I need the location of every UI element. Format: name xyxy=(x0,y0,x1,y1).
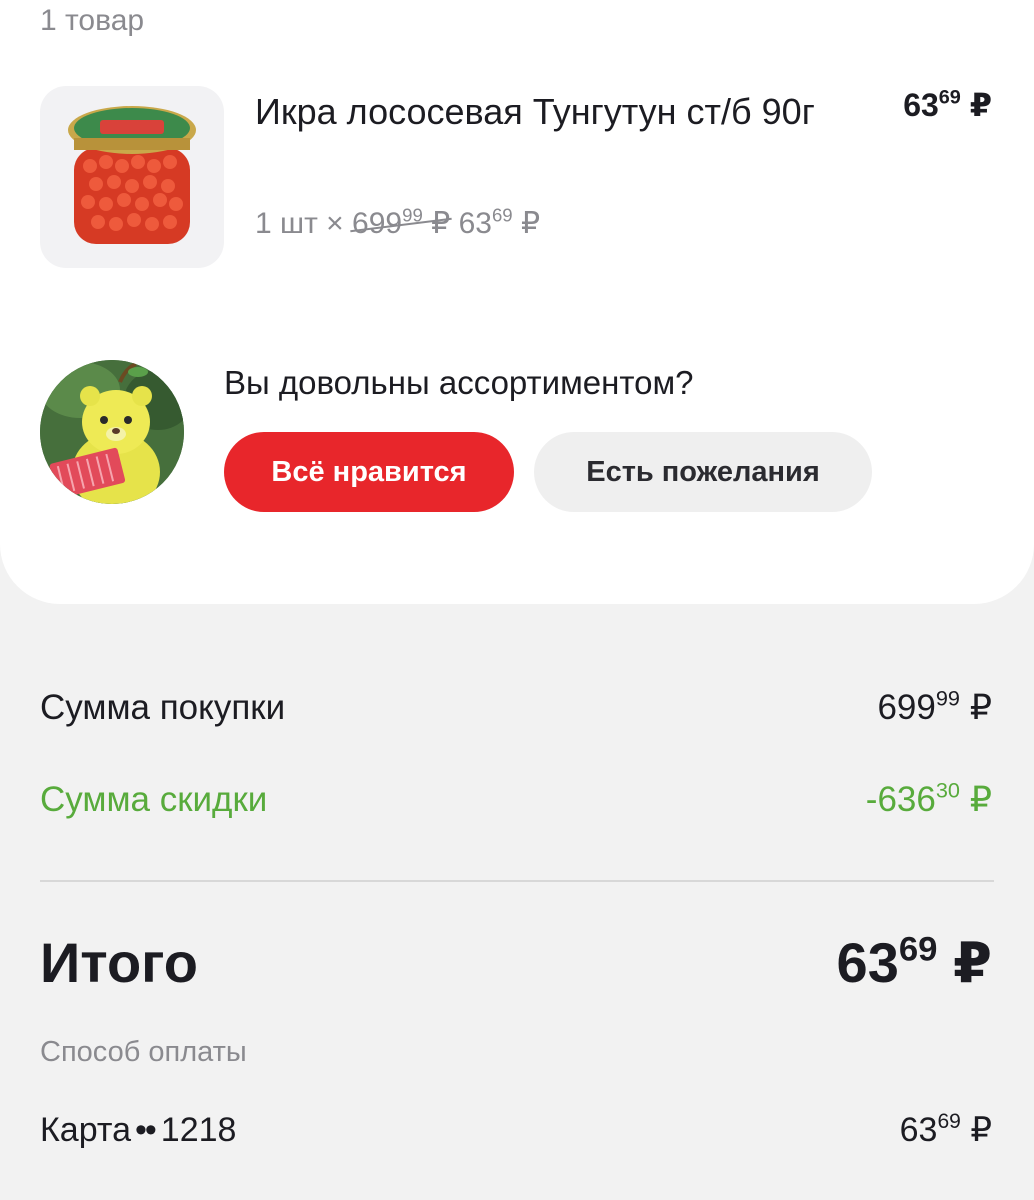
old-price-int: 699 xyxy=(352,207,403,240)
unit-price-int: 63 xyxy=(458,207,492,240)
pear-bear-mascot-image xyxy=(40,360,184,504)
unit-price-currency: ₽ xyxy=(520,207,541,240)
survey-question: Вы довольны ассортиментом? xyxy=(224,364,694,401)
product-image[interactable] xyxy=(40,86,224,268)
mascot-avatar xyxy=(40,360,184,504)
unit-price-frac: 69 xyxy=(491,204,513,226)
product-total-currency: ₽ xyxy=(969,87,992,123)
payment-method-label: Способ оплаты xyxy=(40,1036,247,1068)
card-last4: 1218 xyxy=(160,1111,237,1149)
old-price: 69999 ₽ xyxy=(350,206,452,240)
purchase-sum-int: 699 xyxy=(877,688,936,727)
total-value: 6369 ₽ xyxy=(837,930,992,996)
purchase-sum-frac: 99 xyxy=(935,685,960,711)
items-count: 1 товар xyxy=(40,4,145,37)
total-row: Итого 6369 ₽ xyxy=(40,930,992,996)
card-dots: •• xyxy=(134,1111,157,1149)
discount-sum-value: -63630 ₽ xyxy=(865,777,992,820)
product-qty: 1 шт xyxy=(255,207,318,240)
have-wishes-button[interactable]: Есть пожелания xyxy=(534,432,872,512)
discount-sum-label: Сумма скидки xyxy=(40,780,268,819)
payment-card-row: Карта •• 1218 6369 ₽ xyxy=(40,1110,992,1150)
summary-divider xyxy=(40,880,994,882)
payment-card: Карта •• 1218 xyxy=(40,1111,236,1150)
discount-sum-currency: ₽ xyxy=(969,780,992,819)
payment-method-name: Карта xyxy=(40,1111,131,1149)
times-sign: × xyxy=(326,207,344,240)
product-name[interactable]: Икра лососевая Тунгутун ст/б 90г xyxy=(255,88,835,136)
product-total-price: 6369 ₽ xyxy=(903,86,992,124)
total-currency: ₽ xyxy=(953,931,992,994)
unit-price: 6369 ₽ xyxy=(458,204,541,240)
purchase-sum-value: 69999 ₽ xyxy=(877,685,992,728)
product-total-frac: 69 xyxy=(938,86,961,109)
caviar-jar-image xyxy=(68,106,196,244)
purchase-sum-currency: ₽ xyxy=(969,688,992,727)
order-details-page: 1 товар Икра лососевая Тунгутун ст/б 90г… xyxy=(0,0,1034,1200)
purchase-sum-label: Сумма покупки xyxy=(40,688,286,727)
payment-amount-currency: ₽ xyxy=(970,1111,992,1149)
order-card: 1 товар Икра лососевая Тунгутун ст/б 90г… xyxy=(0,0,1034,604)
product-quantity-line: 1 шт × 69999 ₽ 6369 ₽ xyxy=(255,206,540,241)
total-int: 63 xyxy=(836,931,899,994)
payment-amount: 6369 ₽ xyxy=(900,1110,992,1150)
discount-sum-int: -636 xyxy=(865,780,936,819)
like-all-button[interactable]: Всё нравится xyxy=(224,432,514,512)
total-label: Итого xyxy=(40,931,198,994)
discount-sum-frac: 30 xyxy=(935,777,960,803)
product-total-int: 63 xyxy=(903,87,939,123)
discount-sum-row: Сумма скидки -63630 ₽ xyxy=(40,777,992,820)
payment-amount-int: 63 xyxy=(899,1111,938,1149)
payment-amount-frac: 69 xyxy=(937,1109,961,1133)
purchase-sum-row: Сумма покупки 69999 ₽ xyxy=(40,685,992,728)
old-price-currency: ₽ xyxy=(431,207,451,240)
total-frac: 69 xyxy=(898,930,938,969)
